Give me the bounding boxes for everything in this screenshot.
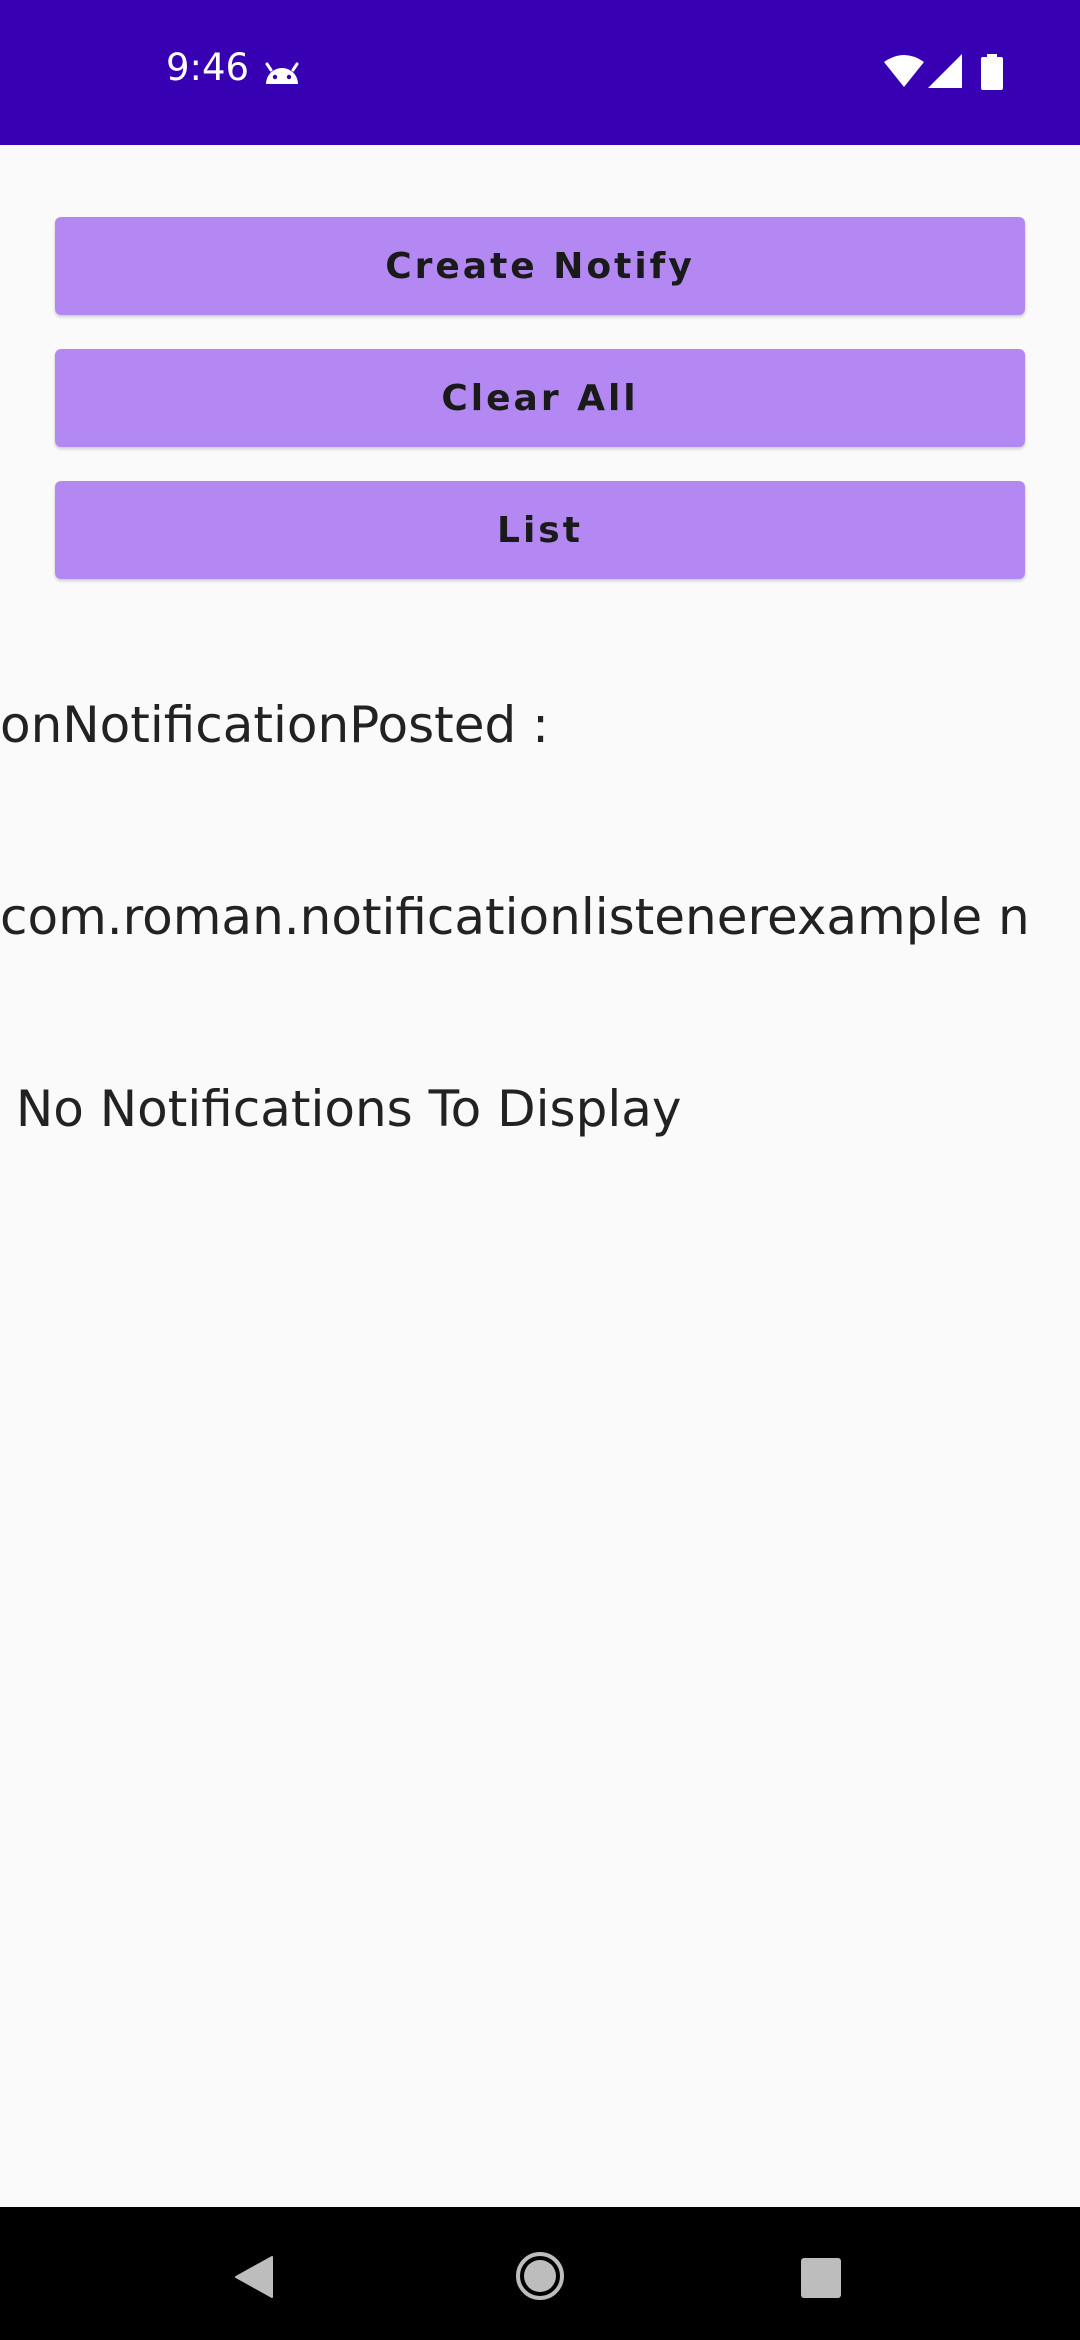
clear-all-button[interactable]: Clear All [55,349,1025,447]
log-line-2: com.roman.notificationlistenerexample n [0,888,1030,946]
wifi-icon [884,55,924,87]
log-line-3: No Notifications To Display [0,1080,682,1138]
status-time: 9:46 [166,46,250,89]
create-notify-button[interactable]: Create Notify [55,217,1025,315]
battery-icon [981,54,1003,90]
back-icon[interactable] [234,2255,274,2299]
notification-log-text: onNotificationPosted : com.roman.notific… [0,565,1080,1205]
cell-signal-icon [928,54,962,88]
log-line-1: onNotificationPosted : [0,696,550,754]
status-bar: 9:46 [0,0,1080,145]
navigation-bar [0,2207,1080,2340]
android-icon [265,62,299,84]
recents-icon[interactable] [800,2257,842,2299]
home-icon[interactable] [515,2251,565,2301]
